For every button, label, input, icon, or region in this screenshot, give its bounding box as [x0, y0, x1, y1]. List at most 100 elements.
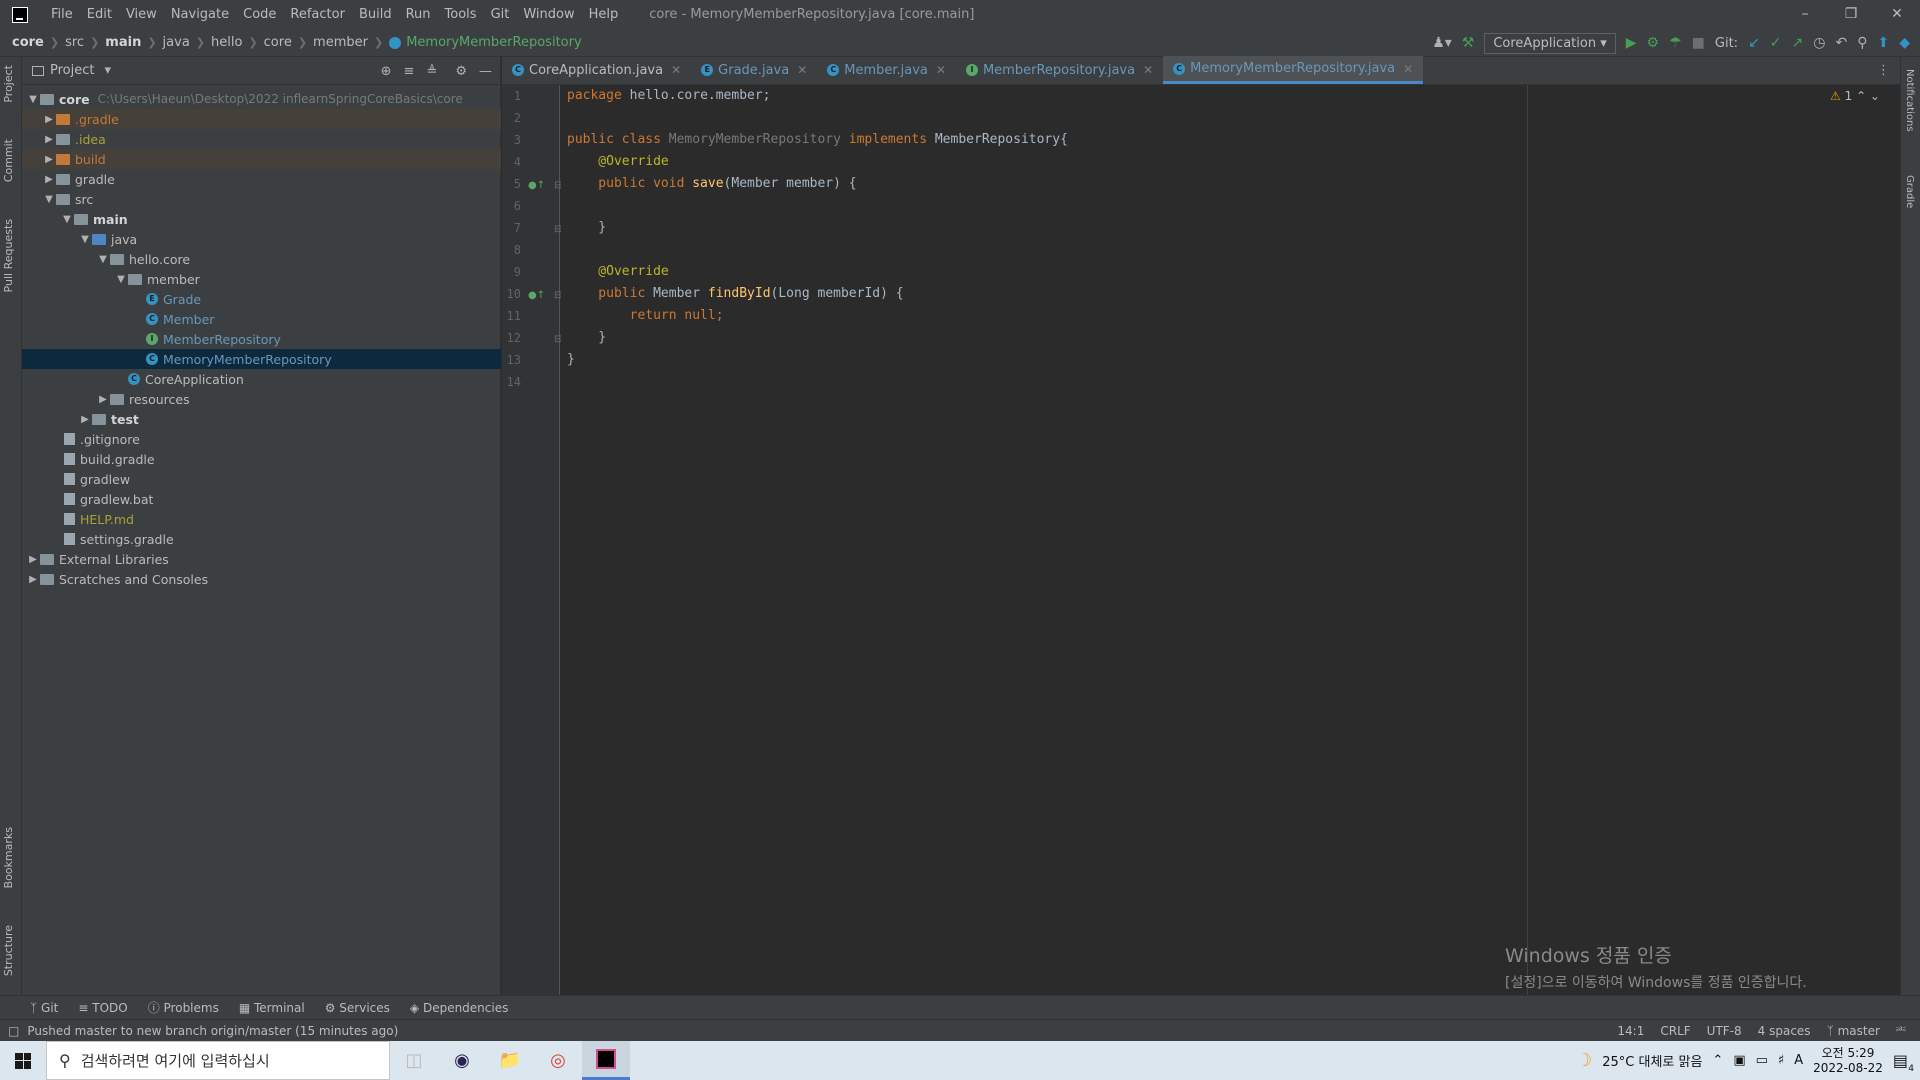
tab-memory-member-repository[interactable]: C MemoryMemberRepository.java ✕ — [1163, 56, 1424, 84]
chevron-right-icon[interactable]: ▶ — [26, 554, 40, 565]
minimize-icon[interactable]: – — [1782, 0, 1828, 29]
close-icon[interactable]: ✕ — [936, 63, 946, 77]
hide-icon[interactable]: — — [479, 64, 492, 79]
monitor-icon[interactable]: ▭ — [1756, 1053, 1768, 1068]
indent-setting[interactable]: 4 spaces — [1758, 1024, 1811, 1038]
tab-grade[interactable]: E Grade.java ✕ — [691, 56, 817, 84]
chevron-right-icon[interactable]: ▶ — [42, 174, 56, 185]
tree-item-member-pkg[interactable]: ▼ member — [22, 269, 501, 289]
tree-item-gitignore[interactable]: .gitignore — [22, 429, 501, 449]
tool-services[interactable]: ⚙ Services — [325, 1001, 390, 1015]
tree-item-external-libraries[interactable]: ▶ External Libraries — [22, 549, 501, 569]
close-icon[interactable]: ✕ — [1143, 63, 1153, 77]
chevron-up-icon[interactable]: ⌃ — [1712, 1053, 1723, 1068]
tool-tab-bookmarks[interactable]: Bookmarks — [2, 827, 15, 888]
tree-item-help-md[interactable]: HELP.md — [22, 509, 501, 529]
tool-problems[interactable]: ⓘ Problems — [148, 999, 219, 1016]
intellij-taskbar-icon[interactable] — [582, 1041, 630, 1080]
crumb-main[interactable]: main — [105, 35, 141, 50]
tree-item-member-repository[interactable]: I MemberRepository — [22, 329, 501, 349]
git-commit-icon[interactable]: ✓ — [1770, 35, 1782, 51]
menu-run[interactable]: Run — [399, 7, 438, 22]
status-message[interactable]: Pushed master to new branch origin/maste… — [27, 1024, 398, 1038]
tree-item-gradle[interactable]: ▶ gradle — [22, 169, 501, 189]
code-editor[interactable]: package hello.core.member; public class … — [561, 85, 1900, 995]
chevron-down-icon[interactable]: ▼ — [78, 234, 92, 245]
task-view-icon[interactable]: ◫ — [390, 1041, 438, 1080]
menu-navigate[interactable]: Navigate — [164, 7, 236, 22]
update-icon[interactable]: ⬆ — [1877, 35, 1889, 51]
implements-marker-icon[interactable]: ●↑ — [528, 180, 545, 191]
tool-tab-project[interactable]: Project — [2, 65, 15, 103]
crumb-class[interactable]: MemoryMemberRepository — [406, 35, 581, 50]
file-explorer-icon[interactable]: 📁 — [486, 1041, 534, 1080]
lock-icon[interactable]: ⎃ — [1896, 1024, 1906, 1039]
gear-icon[interactable]: ⚙ — [455, 64, 467, 79]
tree-item-settings-gradle[interactable]: settings.gradle — [22, 529, 501, 549]
tab-core-application[interactable]: C CoreApplication.java ✕ — [502, 56, 691, 84]
tool-tab-pull-requests[interactable]: Pull Requests — [2, 219, 15, 292]
chevron-right-icon[interactable]: ▶ — [78, 414, 92, 425]
tree-item-build-gradle[interactable]: build.gradle — [22, 449, 501, 469]
crumb-member[interactable]: member — [313, 35, 368, 50]
taskbar-search-input[interactable]: ⚲ 검색하려면 여기에 입력하십시 — [46, 1041, 390, 1080]
chevron-right-icon[interactable]: ▶ — [26, 574, 40, 585]
menu-help[interactable]: Help — [582, 7, 626, 22]
tool-dependencies[interactable]: ◈ Dependencies — [410, 1001, 508, 1015]
coverage-icon[interactable]: ☂ — [1669, 35, 1682, 51]
notification-center-icon[interactable]: ▤ 4 — [1893, 1051, 1914, 1074]
crumb-java[interactable]: java — [163, 35, 190, 50]
menu-git[interactable]: Git — [484, 7, 517, 22]
tree-item-grade[interactable]: E Grade — [22, 289, 501, 309]
menu-refactor[interactable]: Refactor — [283, 7, 352, 22]
menu-tools[interactable]: Tools — [438, 7, 484, 22]
tree-item-resources[interactable]: ▶ resources — [22, 389, 501, 409]
chevron-down-icon[interactable]: ▼ — [96, 254, 110, 265]
crumb-core[interactable]: core — [12, 35, 44, 50]
expand-all-icon[interactable]: ≡ — [404, 64, 415, 79]
tool-tab-gradle[interactable]: Gradle — [1904, 175, 1915, 208]
locate-icon[interactable]: ⊕ — [381, 64, 392, 79]
chevron-down-icon[interactable]: ▼ — [114, 274, 128, 285]
ime-icon[interactable]: A — [1794, 1053, 1803, 1068]
tree-item-core-application[interactable]: C CoreApplication — [22, 369, 501, 389]
tool-todo[interactable]: ≡ TODO — [78, 1001, 127, 1015]
tree-item-src[interactable]: ▼ src — [22, 189, 501, 209]
menu-view[interactable]: View — [119, 7, 164, 22]
tool-terminal[interactable]: ▦ Terminal — [239, 1001, 305, 1015]
chevron-down-icon[interactable]: ▼ — [60, 214, 74, 225]
tool-git[interactable]: ᛉ Git — [30, 1001, 58, 1015]
tree-item-hello-core[interactable]: ▼ hello.core — [22, 249, 501, 269]
tree-item-gradlew-bat[interactable]: gradlew.bat — [22, 489, 501, 509]
clock[interactable]: 오전 5:29 2022-08-22 — [1813, 1046, 1883, 1076]
run-config-select[interactable]: CoreApplication ▾ — [1484, 32, 1616, 54]
chevron-down-icon[interactable]: ▾ — [104, 63, 111, 78]
tool-tab-commit[interactable]: Commit — [2, 139, 15, 182]
chrome-icon[interactable]: ◎ — [534, 1041, 582, 1080]
menu-edit[interactable]: Edit — [80, 7, 119, 22]
tree-item-idea[interactable]: ▶ .idea — [22, 129, 501, 149]
windows-start-icon[interactable] — [0, 1041, 46, 1080]
history-icon[interactable]: ◷ — [1813, 35, 1825, 51]
more-tabs-icon[interactable]: ⋮ — [1877, 63, 1890, 78]
rollback-icon[interactable]: ↶ — [1835, 35, 1847, 51]
tree-item-scratches[interactable]: ▶ Scratches and Consoles — [22, 569, 501, 589]
restore-icon[interactable]: ❐ — [1828, 0, 1874, 29]
weather-text[interactable]: 25°C 대체로 맑음 — [1602, 1051, 1702, 1070]
tree-item-main[interactable]: ▼ main — [22, 209, 501, 229]
crumb-hello[interactable]: hello — [211, 35, 242, 50]
git-branch[interactable]: ᛉ master — [1827, 1024, 1880, 1038]
project-panel-title[interactable]: Project — [50, 63, 94, 78]
close-icon[interactable]: ✕ — [797, 63, 807, 77]
network-icon[interactable]: ▣ — [1733, 1053, 1745, 1068]
build-hammer-icon[interactable]: ⚒ — [1462, 35, 1475, 51]
search-icon[interactable]: ⚲ — [1857, 35, 1867, 51]
tree-item-member[interactable]: C Member — [22, 309, 501, 329]
chevron-down-icon[interactable]: ▼ — [26, 94, 40, 105]
collapse-all-icon[interactable]: ≜ — [426, 64, 437, 79]
menu-file[interactable]: File — [44, 7, 80, 22]
menu-window[interactable]: Window — [516, 7, 581, 22]
line-separator[interactable]: CRLF — [1660, 1024, 1690, 1038]
volume-icon[interactable]: ♯ — [1778, 1053, 1784, 1068]
crumb-core-pkg[interactable]: core — [264, 35, 292, 50]
